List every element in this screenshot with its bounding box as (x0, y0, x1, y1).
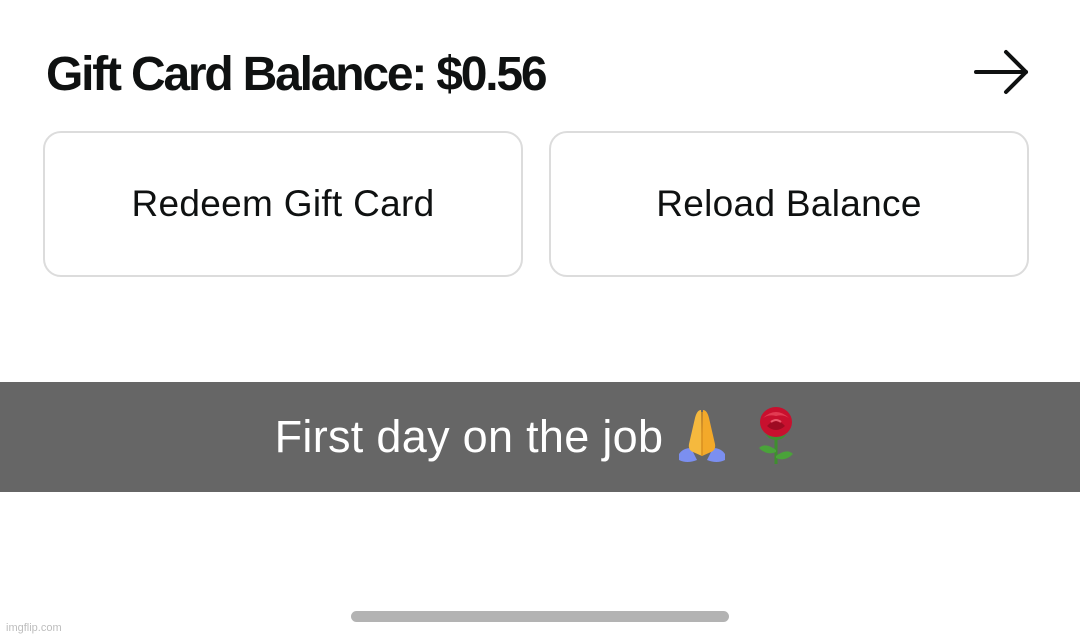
meme-caption-bar: First day on the job (0, 382, 1080, 492)
folded-hands-icon (673, 404, 731, 471)
reload-balance-button[interactable]: Reload Balance (549, 131, 1029, 277)
rose-icon (747, 404, 805, 471)
reload-balance-label: Reload Balance (656, 183, 922, 224)
gift-card-balance-title: Gift Card Balance: $0.56 (46, 48, 548, 101)
home-indicator[interactable] (351, 611, 729, 622)
redeem-gift-card-button[interactable]: Redeem Gift Card (43, 131, 523, 277)
balance-details-arrow-button[interactable] (970, 46, 1032, 98)
watermark: imgflip.com (6, 622, 62, 634)
redeem-gift-card-label: Redeem Gift Card (131, 183, 435, 224)
meme-caption-text: First day on the job (274, 411, 664, 462)
arrow-right-icon (974, 50, 1028, 94)
